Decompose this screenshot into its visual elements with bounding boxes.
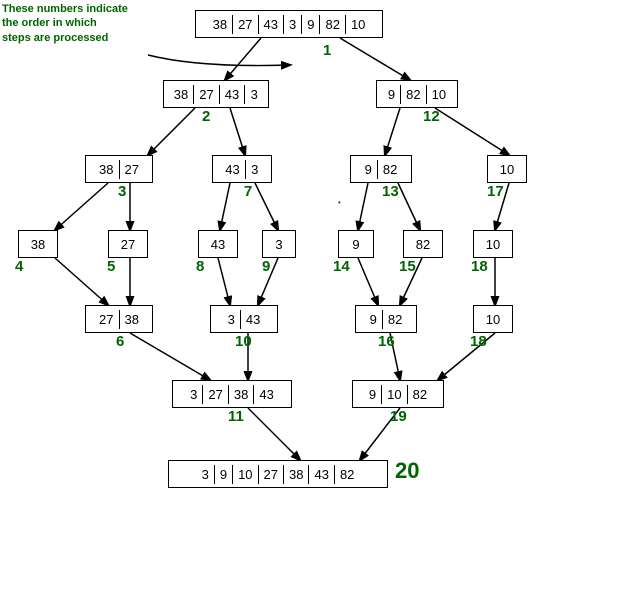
step-14: 14 <box>333 258 350 275</box>
node-2: 9 82 10 <box>376 80 458 108</box>
node-18: 3 27 38 43 <box>172 380 292 408</box>
annotation-text: These numbers indicate the order in whic… <box>2 2 128 45</box>
node-20: 3 9 10 27 38 43 82 <box>168 460 388 488</box>
step-20: 20 <box>395 458 419 484</box>
node-top: 38 27 43 3 9 82 10 <box>195 10 383 38</box>
step-18b: 18 <box>470 333 487 350</box>
step-17: 17 <box>487 183 504 200</box>
step-13: 13 <box>382 183 399 200</box>
step-6: 6 <box>116 333 124 350</box>
step-11: 11 <box>228 408 244 425</box>
node-4: 43 3 <box>212 155 272 183</box>
step-12: 12 <box>423 108 440 125</box>
dot: • <box>338 198 341 207</box>
step-18a: 18 <box>471 258 488 275</box>
node-7: 38 <box>18 230 58 258</box>
step-16: 16 <box>378 333 395 350</box>
step-10: 10 <box>235 333 252 350</box>
step-8: 8 <box>196 258 204 275</box>
node-17: 10 <box>473 305 513 333</box>
step-15: 15 <box>399 258 416 275</box>
node-14: 27 38 <box>85 305 153 333</box>
step-3: 3 <box>118 183 126 200</box>
arrows-svg <box>0 0 618 595</box>
node-13: 10 <box>473 230 513 258</box>
diagram: These numbers indicate the order in whic… <box>0 0 618 595</box>
step-1: 1 <box>323 42 331 59</box>
node-19: 9 10 82 <box>352 380 444 408</box>
node-3: 38 27 <box>85 155 153 183</box>
node-15: 3 43 <box>210 305 278 333</box>
node-6: 10 <box>487 155 527 183</box>
node-16: 9 82 <box>355 305 417 333</box>
node-9: 43 <box>198 230 238 258</box>
step-2: 2 <box>202 108 210 125</box>
node-8: 27 <box>108 230 148 258</box>
step-5: 5 <box>107 258 115 275</box>
node-12: 82 <box>403 230 443 258</box>
node-11: 9 <box>338 230 374 258</box>
step-19: 19 <box>390 408 407 425</box>
step-4: 4 <box>15 258 23 275</box>
node-1: 38 27 43 3 <box>163 80 269 108</box>
node-10: 3 <box>262 230 296 258</box>
step-7: 7 <box>244 183 252 200</box>
node-5: 9 82 <box>350 155 412 183</box>
step-9: 9 <box>262 258 270 275</box>
